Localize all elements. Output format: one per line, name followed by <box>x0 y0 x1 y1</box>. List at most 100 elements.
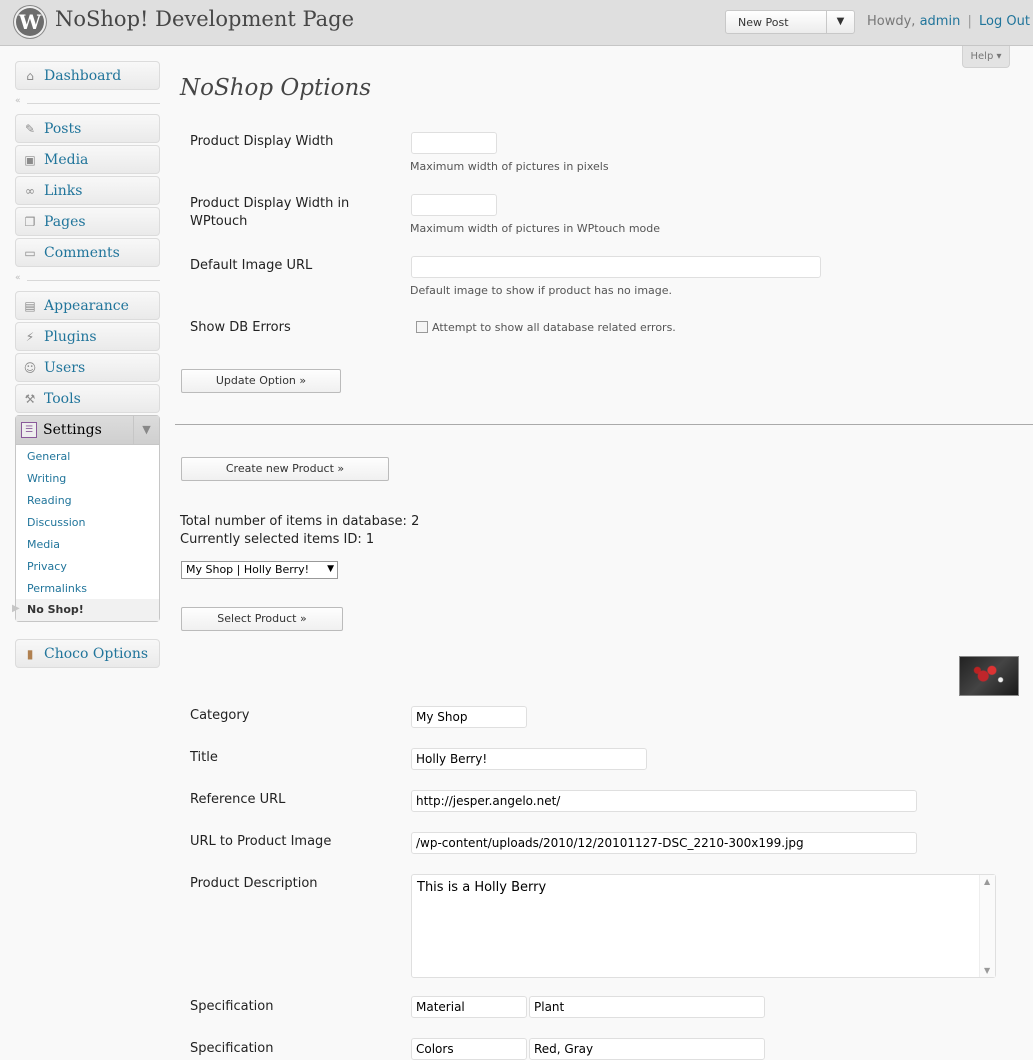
reference-url-input[interactable]: http://jesper.angelo.net/ <box>411 790 917 812</box>
width-description: Maximum width of pictures in pixels <box>410 160 609 173</box>
howdy-text: Howdy, <box>867 14 916 29</box>
sidebar-item-tools[interactable]: ⚒ Tools <box>15 384 160 413</box>
image-url-label: URL to Product Image <box>190 834 332 849</box>
media-icon: ▣ <box>24 153 36 167</box>
sidebar-item-users[interactable]: ☺ Users <box>15 353 160 382</box>
sidebar-item-media[interactable]: ▣ Media <box>15 145 160 174</box>
divider <box>175 424 1033 425</box>
pushpin-icon: ✎ <box>24 122 36 136</box>
appearance-icon: ▤ <box>24 299 36 313</box>
width-label: Product Display Width <box>190 134 334 149</box>
scroll-down-icon[interactable]: ▼ <box>984 966 990 975</box>
sidebar-item-label: Settings <box>43 422 102 438</box>
link-icon: ∞ <box>25 184 35 198</box>
wptouch-width-label: Product Display Width in WPtouch <box>190 196 350 229</box>
reference-url-label: Reference URL <box>190 792 286 807</box>
product-select[interactable]: My Shop | Holly Berry! ▼ <box>181 561 338 579</box>
site-title[interactable]: NoShop! Development Page <box>55 7 354 31</box>
submenu-reading[interactable]: Reading <box>27 494 72 507</box>
menu-separator: « <box>15 96 160 107</box>
product-select-value: My Shop | Holly Berry! <box>186 563 310 576</box>
help-button[interactable]: Help ▾ <box>962 46 1010 68</box>
sidebar-item-label: Links <box>44 183 83 199</box>
create-product-button[interactable]: Create new Product » <box>181 457 389 481</box>
new-post-link[interactable]: New Post <box>738 16 789 29</box>
spec-key-input[interactable]: Material <box>411 996 527 1018</box>
sidebar-item-posts[interactable]: ✎ Posts <box>15 114 160 143</box>
category-label: Category <box>190 708 250 723</box>
selected-id-text: Currently selected items ID: 1 <box>180 532 375 547</box>
user-profile-link[interactable]: admin <box>920 14 961 29</box>
users-icon: ☺ <box>23 361 37 375</box>
wptouch-width-input[interactable] <box>411 194 497 216</box>
chevron-down-icon[interactable]: ▼ <box>133 416 159 444</box>
product-image-url-input[interactable]: /wp-content/uploads/2010/12/20101127-DSC… <box>411 832 917 854</box>
description-text: This is a Holly Berry <box>417 880 547 895</box>
description-label: Product Description <box>190 876 318 891</box>
sidebar-item-label: Pages <box>44 214 86 230</box>
submenu-privacy[interactable]: Privacy <box>27 560 67 573</box>
scroll-up-icon[interactable]: ▲ <box>984 877 990 886</box>
select-product-button[interactable]: Select Product » <box>181 607 343 631</box>
product-thumbnail <box>959 656 1019 696</box>
settings-icon: ☰ <box>21 422 37 438</box>
specification-label: Specification <box>190 1041 274 1056</box>
scrollbar[interactable]: ▲ ▼ <box>979 875 995 977</box>
default-image-url-input[interactable] <box>411 256 821 278</box>
sidebar-item-comments[interactable]: ▭ Comments <box>15 238 160 267</box>
title-label: Title <box>190 750 218 765</box>
sidebar-item-label: Plugins <box>44 329 97 345</box>
sidebar-item-appearance[interactable]: ▤ Appearance <box>15 291 160 320</box>
submenu-media[interactable]: Media <box>27 538 60 551</box>
sidebar-item-pages[interactable]: ❐ Pages <box>15 207 160 236</box>
sidebar-item-dashboard[interactable]: ⌂ Dashboard <box>15 61 160 90</box>
default-image-label: Default Image URL <box>190 258 313 273</box>
spec-key-input[interactable]: Colors <box>411 1038 527 1060</box>
sidebar-item-links[interactable]: ∞ Links <box>15 176 160 205</box>
spec-value-input[interactable]: Plant <box>529 996 765 1018</box>
home-icon: ⌂ <box>26 69 34 83</box>
db-errors-checkbox[interactable] <box>416 321 428 333</box>
sidebar-item-plugins[interactable]: ⚡ Plugins <box>15 322 160 351</box>
tools-icon: ⚒ <box>24 392 36 406</box>
category-input[interactable]: My Shop <box>411 706 527 728</box>
sidebar-item-label: Media <box>44 152 89 168</box>
menu-separator: « <box>15 273 160 284</box>
separator: | <box>967 14 972 29</box>
admin-header: W NoShop! Development Page New Post ▼ Ho… <box>0 0 1033 46</box>
submenu-permalinks[interactable]: Permalinks <box>27 582 87 595</box>
chevron-down-icon: ▼ <box>327 564 334 574</box>
sidebar-item-label: Dashboard <box>44 68 122 84</box>
choco-icon: ▮ <box>26 647 34 661</box>
sidebar-item-label: Posts <box>44 121 82 137</box>
collapse-arrow-icon[interactable]: « <box>15 96 21 106</box>
total-items-text: Total number of items in database: 2 <box>180 514 420 529</box>
user-info: Howdy, admin | Log Out <box>867 14 1030 29</box>
submenu-general[interactable]: General <box>27 450 70 463</box>
sidebar-item-label: Users <box>44 360 86 376</box>
wordpress-logo-icon[interactable]: W <box>14 6 46 38</box>
sidebar-item-settings[interactable]: ☰ Settings ▼ <box>16 416 159 445</box>
chevron-down-icon[interactable]: ▼ <box>826 11 854 33</box>
sidebar-item-choco-options[interactable]: ▮ Choco Options <box>15 639 160 668</box>
collapse-arrow-icon[interactable]: « <box>15 273 21 283</box>
product-description-textarea[interactable]: This is a Holly Berry ▲ ▼ <box>411 874 996 978</box>
update-option-button[interactable]: Update Option » <box>181 369 341 393</box>
submenu-current-label: No Shop! <box>27 603 84 616</box>
title-input[interactable]: Holly Berry! <box>411 748 647 770</box>
display-width-input[interactable] <box>411 132 497 154</box>
favorite-actions-dropdown[interactable]: New Post ▼ <box>725 10 855 34</box>
pages-icon: ❐ <box>24 215 36 229</box>
logout-link[interactable]: Log Out <box>979 14 1030 29</box>
submenu-discussion[interactable]: Discussion <box>27 516 86 529</box>
wptouch-description: Maximum width of pictures in WPtouch mod… <box>410 222 661 235</box>
plug-icon: ⚡ <box>25 330 35 344</box>
settings-menu: ☰ Settings ▼ General Writing Reading Dis… <box>12 415 160 622</box>
image-url-description: Default image to show if product has no … <box>410 284 673 297</box>
current-arrow-icon: ▶ <box>12 603 20 614</box>
db-errors-label: Show DB Errors <box>190 320 291 335</box>
submenu-noshop[interactable]: ▶ No Shop! <box>12 599 159 621</box>
spec-value-input[interactable]: Red, Gray <box>529 1038 765 1060</box>
db-errors-description: Attempt to show all database related err… <box>432 321 676 334</box>
submenu-writing[interactable]: Writing <box>27 472 66 485</box>
